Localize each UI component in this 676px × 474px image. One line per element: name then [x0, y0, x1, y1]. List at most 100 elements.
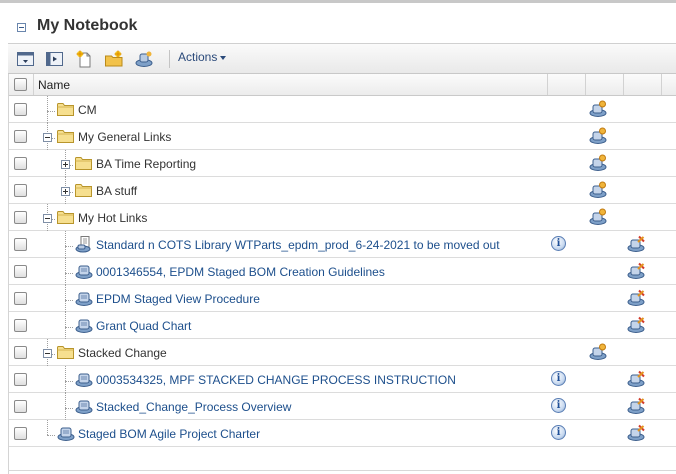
remove-link-icon[interactable] [627, 289, 646, 310]
row-checkbox[interactable] [14, 346, 27, 359]
table-row[interactable]: My General Links [9, 123, 676, 150]
tree-connector [65, 300, 73, 301]
table-row[interactable]: BA stuff [9, 177, 676, 204]
link-folder-icon[interactable] [589, 154, 607, 175]
row-checkbox[interactable] [14, 103, 27, 116]
row-checkbox[interactable] [14, 400, 27, 413]
row-label: CM [78, 103, 97, 117]
link-folder-icon[interactable] [589, 100, 607, 121]
row-link[interactable]: Stacked_Change_Process Overview [96, 400, 291, 414]
tree-connector [65, 273, 73, 274]
header-select-cell [9, 74, 34, 95]
remove-link-icon[interactable] [627, 370, 646, 391]
actions-label: Actions [178, 50, 218, 64]
table-row[interactable]: CM [9, 96, 676, 123]
tree-connector [65, 258, 66, 285]
row-label: My General Links [78, 130, 172, 144]
remove-link-icon[interactable] [627, 235, 646, 256]
link-icon [75, 316, 93, 337]
link-folder-icon[interactable] [589, 127, 607, 148]
info-icon[interactable]: i [551, 398, 566, 413]
tree-connector [65, 231, 66, 258]
notebook-grid: Name CM My General Links BA Time Reporting… [8, 74, 676, 474]
row-link[interactable]: EPDM Staged View Procedure [96, 292, 260, 306]
link-folder-icon[interactable] [589, 208, 607, 229]
row-checkbox[interactable] [14, 373, 27, 386]
remove-link-icon[interactable] [627, 397, 646, 418]
new-document-icon[interactable] [75, 50, 95, 68]
folder-icon [57, 345, 74, 362]
row-checkbox[interactable] [14, 292, 27, 305]
expand-node-button[interactable] [61, 160, 70, 169]
expand-all-icon[interactable] [45, 50, 65, 68]
collapse-node-button[interactable] [43, 349, 52, 358]
page-title: My Notebook [37, 17, 138, 34]
table-row[interactable]: EPDM Staged View Procedure [9, 285, 676, 312]
table-row[interactable]: Stacked Change [9, 339, 676, 366]
folder-icon [75, 156, 92, 173]
tree-connector [47, 96, 48, 123]
row-checkbox[interactable] [14, 427, 27, 440]
info-icon[interactable]: i [551, 236, 566, 251]
table-row[interactable]: 0001346554, EPDM Staged BOM Creation Gui… [9, 258, 676, 285]
row-link[interactable]: Staged BOM Agile Project Charter [78, 427, 260, 441]
new-folder-icon[interactable] [104, 50, 124, 68]
header-name-cell[interactable]: Name [34, 74, 548, 95]
toolbar: Actions [8, 43, 676, 74]
tree-connector [65, 285, 66, 312]
folder-icon [57, 102, 74, 119]
row-link[interactable]: 0003534325, MPF STACKED CHANGE PROCESS I… [96, 373, 456, 387]
tree-connector [65, 366, 66, 393]
link-icon [75, 397, 93, 418]
table-row[interactable]: Staged BOM Agile Project Charter i [9, 420, 676, 447]
actions-menu[interactable]: Actions [178, 50, 227, 64]
row-link[interactable]: 0001346554, EPDM Staged BOM Creation Gui… [96, 265, 385, 279]
info-icon[interactable]: i [551, 425, 566, 440]
tree-connector [65, 381, 73, 382]
remove-link-icon[interactable] [627, 262, 646, 283]
table-row[interactable]: My Hot Links [9, 204, 676, 231]
header-action2-cell [624, 74, 662, 95]
folder-icon [75, 183, 92, 200]
row-checkbox[interactable] [14, 184, 27, 197]
collapse-all-icon[interactable] [16, 50, 36, 68]
row-checkbox[interactable] [14, 265, 27, 278]
row-link[interactable]: Standard n COTS Library WTParts_epdm_pro… [96, 238, 500, 252]
tree-connector [65, 408, 73, 409]
folder-icon [57, 210, 74, 227]
table-row[interactable]: Grant Quad Chart [9, 312, 676, 339]
collapse-node-button[interactable] [43, 214, 52, 223]
header-info-cell [548, 74, 586, 95]
row-checkbox[interactable] [14, 238, 27, 251]
tree-connector [47, 420, 48, 435]
row-checkbox[interactable] [14, 211, 27, 224]
link-folder-icon[interactable] [589, 343, 607, 364]
header-action1-cell [586, 74, 624, 95]
tree-connector [65, 246, 73, 247]
table-row[interactable]: 0003534325, MPF STACKED CHANGE PROCESS I… [9, 366, 676, 393]
expand-node-button[interactable] [61, 187, 70, 196]
table-row[interactable]: BA Time Reporting [9, 150, 676, 177]
collapse-panel-button[interactable] [17, 23, 26, 32]
link-folder-icon[interactable] [589, 181, 607, 202]
row-checkbox[interactable] [14, 319, 27, 332]
row-label: My Hot Links [78, 211, 148, 225]
info-icon[interactable]: i [551, 371, 566, 386]
row-checkbox[interactable] [14, 157, 27, 170]
collapse-node-button[interactable] [43, 133, 52, 142]
link-icon [75, 235, 93, 256]
tree-connector [65, 393, 66, 420]
row-link[interactable]: Grant Quad Chart [96, 319, 191, 333]
select-all-checkbox[interactable] [14, 78, 27, 91]
remove-link-icon[interactable] [627, 424, 646, 445]
add-link-icon[interactable] [134, 50, 154, 68]
table-row[interactable]: Stacked_Change_Process Overview i [9, 393, 676, 420]
table-row[interactable]: Standard n COTS Library WTParts_epdm_pro… [9, 231, 676, 258]
column-header-name: Name [38, 78, 71, 92]
tree-connector [47, 111, 55, 112]
grid-header: Name [9, 74, 676, 96]
link-icon [75, 262, 93, 283]
row-checkbox[interactable] [14, 130, 27, 143]
remove-link-icon[interactable] [627, 316, 646, 337]
panel-header: My Notebook [0, 3, 676, 43]
